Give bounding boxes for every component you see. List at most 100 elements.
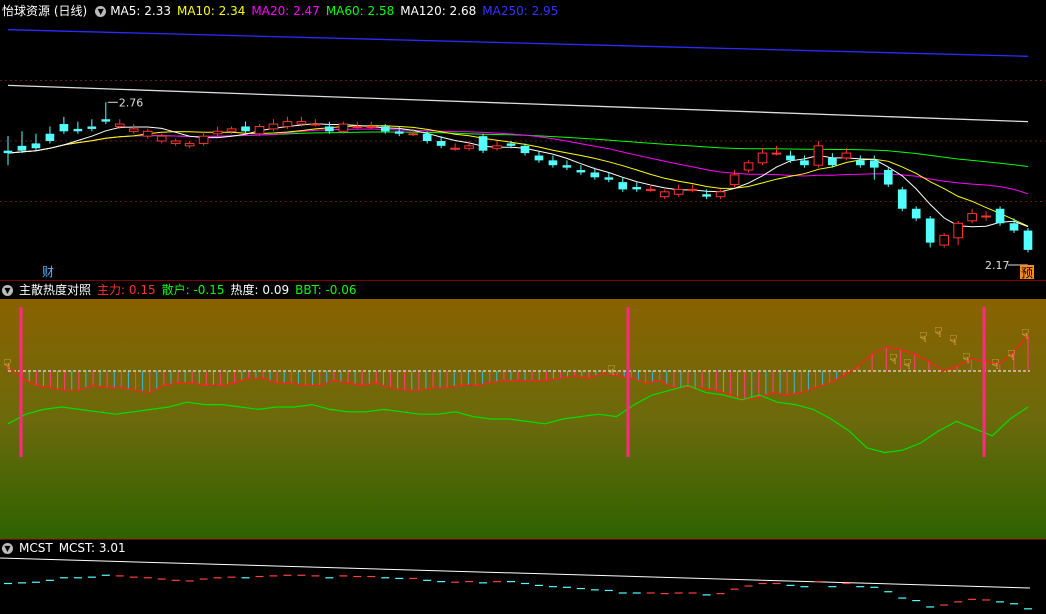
candle-body — [492, 145, 502, 149]
candle — [450, 143, 460, 151]
ma-line-ma250 — [7, 29, 1029, 57]
candle — [478, 133, 488, 154]
candle-body — [786, 155, 795, 161]
candle-body — [45, 133, 55, 141]
candle-body — [800, 160, 809, 166]
candle — [659, 189, 670, 200]
candle — [786, 150, 795, 163]
candle-body — [226, 128, 237, 132]
candle-body — [576, 170, 586, 173]
candle-body — [911, 208, 921, 219]
candle-body — [394, 131, 404, 134]
ma-line-ma120 — [7, 84, 1029, 123]
candle-body — [325, 126, 334, 132]
candle-body — [967, 213, 977, 222]
candle — [925, 216, 935, 248]
candle — [17, 131, 27, 154]
candle — [855, 155, 865, 168]
indicator-background — [0, 299, 1046, 539]
indicator-pane[interactable]: ▼ 主散热度对照 主力: 0.15 散户: -0.15 热度: 0.09 BBT: -0.… — [0, 281, 1046, 539]
hand-pointer-icon: ☟ — [949, 333, 958, 349]
candle — [897, 186, 907, 212]
candle-body — [771, 152, 782, 155]
candle-body — [310, 123, 321, 126]
candle — [562, 160, 572, 171]
high-label: 2.76 — [119, 96, 144, 109]
candle — [800, 155, 809, 168]
signal-bar — [626, 307, 630, 457]
candle — [911, 206, 921, 221]
candle-body — [855, 160, 865, 166]
candle — [184, 141, 195, 149]
candle-body — [198, 135, 209, 144]
candle — [632, 182, 642, 192]
candle — [31, 133, 41, 151]
candle-body — [296, 121, 307, 125]
candle-body — [645, 188, 656, 191]
candle-body — [366, 125, 377, 128]
candle-body — [241, 126, 250, 132]
hand-pointer-icon: ☟ — [991, 357, 1000, 373]
candle-body — [156, 135, 167, 142]
candle — [254, 124, 265, 137]
candle-body — [184, 142, 195, 147]
candle-body — [506, 143, 516, 146]
candle-body — [869, 160, 879, 168]
candle — [548, 155, 558, 168]
candle — [813, 141, 824, 168]
candle-body — [981, 215, 991, 218]
candle-body — [883, 170, 893, 185]
candle — [1023, 228, 1033, 253]
finance-badge: 财 — [42, 265, 54, 279]
hand-pointer-icon: ☟ — [889, 352, 898, 368]
candle-body — [953, 222, 963, 239]
candle — [310, 119, 321, 127]
candle-body — [939, 234, 949, 246]
candle — [198, 131, 209, 146]
candle-body — [618, 182, 628, 190]
candle — [87, 119, 97, 132]
candle-body — [114, 123, 125, 127]
hand-pointer-icon: ☟ — [607, 363, 616, 379]
candle — [59, 116, 69, 134]
mcst-line — [0, 557, 1031, 589]
candle-body — [87, 126, 97, 129]
candle — [534, 150, 544, 163]
candle-body — [743, 162, 754, 171]
candle-body — [254, 125, 265, 135]
candle-body — [548, 160, 558, 166]
candle-body — [828, 157, 837, 166]
candle-body — [813, 145, 824, 166]
candle-body — [604, 177, 614, 180]
signal-bar — [982, 307, 986, 457]
candle-body — [925, 218, 935, 243]
candle-body — [897, 189, 907, 209]
candle-body — [1009, 223, 1019, 231]
candle — [687, 184, 698, 192]
candle — [212, 126, 223, 137]
candle-body — [17, 145, 27, 151]
candle — [338, 121, 349, 134]
candle-body — [380, 126, 390, 132]
price-pane[interactable]: 怡球资源 (日线) ▼ MA5: 2.33 MA10: 2.34 MA20: 2.47 M… — [0, 0, 1046, 280]
candle-body — [841, 152, 852, 159]
candle-body — [562, 165, 572, 168]
candle-body — [170, 140, 181, 144]
candle-body — [352, 125, 363, 128]
hand-pointer-icon: ☟ — [1021, 327, 1030, 343]
candle — [618, 177, 628, 192]
candle-body — [702, 194, 711, 197]
hand-pointer-icon: ☟ — [903, 357, 912, 373]
candle — [241, 121, 250, 134]
candle-body — [478, 136, 488, 151]
candle — [45, 126, 55, 144]
candle — [953, 220, 963, 246]
candle — [268, 119, 279, 132]
candle-body — [73, 128, 83, 132]
signal-bar — [19, 307, 23, 457]
candle-body — [715, 191, 726, 198]
candle — [492, 141, 502, 151]
candle-body — [464, 145, 474, 149]
mcst-pane[interactable]: ▼ MCST MCST: 3.01 — [0, 540, 1046, 614]
candle — [771, 145, 782, 156]
